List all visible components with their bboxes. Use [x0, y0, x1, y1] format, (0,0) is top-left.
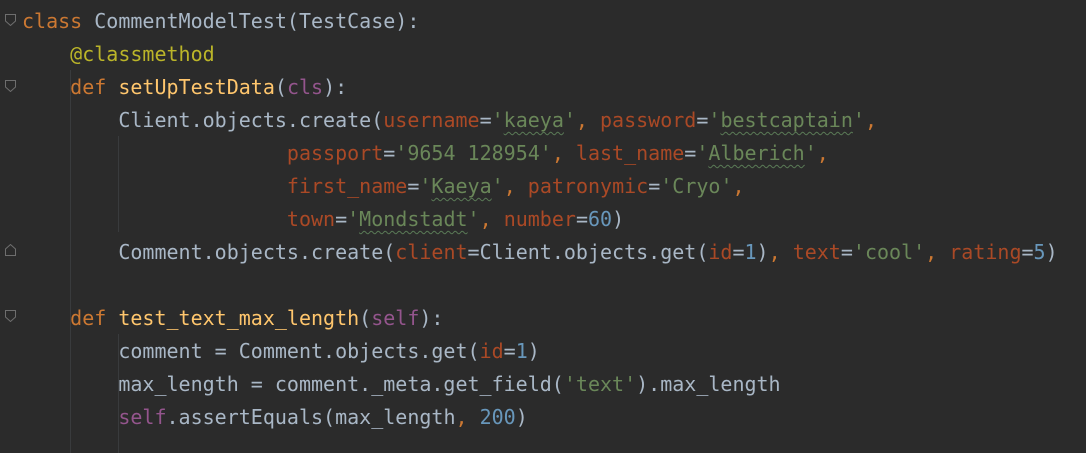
typo-underlined-string: Mondstadt: [359, 207, 468, 231]
typo-underlined-string: kaeya: [503, 108, 564, 132]
code-line-5: passport='9654 128954', last_name='Alber…: [286, 141, 829, 165]
code-line-6: first_name='Kaeya', patronymic='Cryo',: [286, 174, 745, 198]
typo-underlined-string: Alberich: [708, 141, 805, 165]
typo-underlined-string: Kaeya: [431, 174, 492, 198]
fold-expand-end-icon[interactable]: [5, 244, 16, 256]
code-line-1: class CommentModelTest(TestCase):: [22, 9, 420, 33]
code-line-2: @classmethod: [22, 38, 215, 71]
code-line-13: self.assertEquals(max_length, 200): [118, 405, 528, 429]
code-line-10: def test_text_max_length(self):: [70, 306, 444, 330]
parameter-cls: cls: [286, 75, 324, 99]
function-name: test_text_max_length: [118, 306, 360, 330]
code-line-11: comment = Comment.objects.get(id=1): [118, 339, 540, 363]
keyword: def: [70, 306, 107, 330]
fold-collapse-icon[interactable]: [5, 14, 16, 26]
editor-gutter: [0, 0, 22, 453]
class-name: CommentModelTest: [94, 9, 287, 33]
decorator: @classmethod: [70, 42, 215, 66]
typo-underlined-string: bestcaptain: [720, 108, 853, 132]
code-line-7: town='Mondstadt', number=60): [286, 207, 625, 231]
parameter-self: self: [371, 306, 420, 330]
code-line-8: Comment.objects.create(client=Client.obj…: [118, 240, 1058, 264]
keyword: def: [70, 75, 107, 99]
code-editor[interactable]: class CommentModelTest(TestCase): @class…: [0, 0, 1086, 453]
code-line-12: max_length = comment._meta.get_field('te…: [118, 372, 781, 396]
function-name: setUpTestData: [118, 75, 275, 99]
code-line-4: Client.objects.create(username='kaeya', …: [118, 108, 877, 132]
base-class: TestCase: [298, 9, 396, 33]
code-line-3: def setUpTestData(cls):: [70, 75, 348, 99]
keyword: class: [22, 9, 83, 33]
fold-collapse-icon[interactable]: [5, 310, 16, 322]
fold-collapse-icon[interactable]: [5, 80, 16, 92]
